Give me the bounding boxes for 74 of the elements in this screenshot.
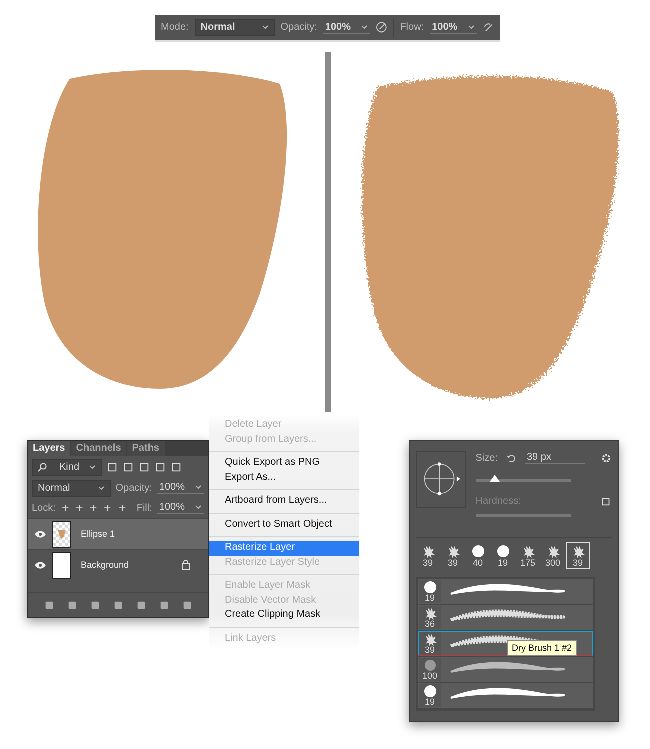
- brush-row[interactable]: 19: [418, 683, 593, 708]
- brush-preset[interactable]: 19: [491, 542, 515, 569]
- opacity-field[interactable]: 100%: [323, 22, 370, 34]
- menu-item[interactable]: Convert to Smart Object: [209, 518, 359, 532]
- layer-row[interactable]: Ellipse 1: [28, 518, 208, 549]
- chevron-icon: [195, 485, 202, 490]
- chevron-icon: [262, 25, 269, 30]
- brush-preset[interactable]: 175: [516, 542, 540, 569]
- brush-tip-icon: [446, 545, 460, 558]
- reset-icon[interactable]: [506, 452, 517, 464]
- flow-label: Flow:: [400, 22, 424, 33]
- brush-preset[interactable]: 40: [466, 542, 490, 569]
- layer-name: Ellipse 1: [81, 529, 116, 539]
- filter-dropdown[interactable]: Kind: [32, 458, 102, 476]
- tooltip: Dry Brush 1 #2: [507, 640, 578, 656]
- brush-tip-icon: [424, 685, 436, 698]
- brush-tip-icon: [546, 545, 560, 558]
- brush-row[interactable]: 36: [418, 605, 593, 630]
- brush-tip-icon: [424, 607, 436, 620]
- brush-tip-preview[interactable]: [416, 451, 466, 508]
- settings-icon[interactable]: [601, 452, 612, 464]
- fill-label: Fill:: [136, 502, 152, 514]
- brush-preset[interactable]: 300: [541, 542, 565, 569]
- menu-item[interactable]: Export As...: [209, 470, 359, 485]
- brush-tip-icon: [472, 545, 484, 558]
- brush-tip-icon: [424, 633, 436, 646]
- panel-tab[interactable]: Channels: [71, 441, 126, 456]
- chevron-icon: [194, 505, 202, 510]
- brush-preset[interactable]: 39: [441, 542, 465, 569]
- layer-thumbnail: [52, 552, 71, 578]
- brush-preset[interactable]: 39: [416, 542, 440, 569]
- panel-tab[interactable]: Paths: [127, 441, 164, 456]
- brush-size: 39: [424, 646, 435, 655]
- menu-item[interactable]: Rasterize Layer: [209, 541, 359, 556]
- panel-tab[interactable]: Layers: [28, 441, 70, 456]
- brush-tip-icon: [424, 659, 436, 672]
- chevron-icon: [89, 464, 96, 470]
- menu-item[interactable]: Create Clipping Mask: [209, 608, 359, 622]
- brush-size: 19: [424, 594, 435, 603]
- brush-tip-icon: [572, 545, 584, 558]
- menu-item[interactable]: Artboard from Layers...: [209, 494, 359, 508]
- fill-field[interactable]: 100%: [157, 502, 204, 514]
- opacity-field[interactable]: 100%: [157, 482, 204, 494]
- menu-item[interactable]: Quick Export as PNG: [209, 456, 359, 470]
- brush-size: 100: [422, 672, 438, 681]
- lock-label: Lock:: [32, 502, 56, 514]
- brush-preset[interactable]: 39: [566, 542, 590, 569]
- layer-row[interactable]: Background: [28, 549, 208, 580]
- layer-name: Background: [81, 560, 130, 570]
- flow-field[interactable]: 100%: [430, 22, 477, 34]
- opacity-label: Opacity:: [116, 482, 152, 494]
- size-field[interactable]: 39 px: [525, 452, 585, 464]
- brush-size: 36: [424, 620, 435, 629]
- mode-dropdown[interactable]: Normal: [194, 19, 275, 36]
- brush-tip-icon: [496, 545, 510, 558]
- mode-label: Mode:: [161, 22, 189, 33]
- chevron-icon: [468, 24, 475, 30]
- brush-size: 19: [424, 698, 435, 707]
- blend-mode-dropdown[interactable]: Normal: [32, 480, 111, 496]
- brush-row[interactable]: 100: [418, 657, 593, 682]
- brush-row[interactable]: 19: [418, 579, 593, 604]
- brush-tip-icon: [522, 545, 534, 558]
- layer-thumbnail: [52, 520, 71, 548]
- eye-icon[interactable]: [34, 562, 46, 568]
- size-slider-thumb[interactable]: [490, 475, 500, 482]
- eye-icon[interactable]: [34, 530, 46, 538]
- chevron-icon: [98, 486, 105, 490]
- new-preset-icon[interactable]: [601, 496, 612, 506]
- search-icon: [38, 462, 47, 472]
- size-label: Size:: [476, 452, 498, 464]
- brush-tip-icon: [422, 545, 434, 558]
- chevron-icon: [361, 24, 368, 30]
- opacity-label: Opacity:: [280, 22, 318, 33]
- brush-tip-icon: [424, 581, 436, 594]
